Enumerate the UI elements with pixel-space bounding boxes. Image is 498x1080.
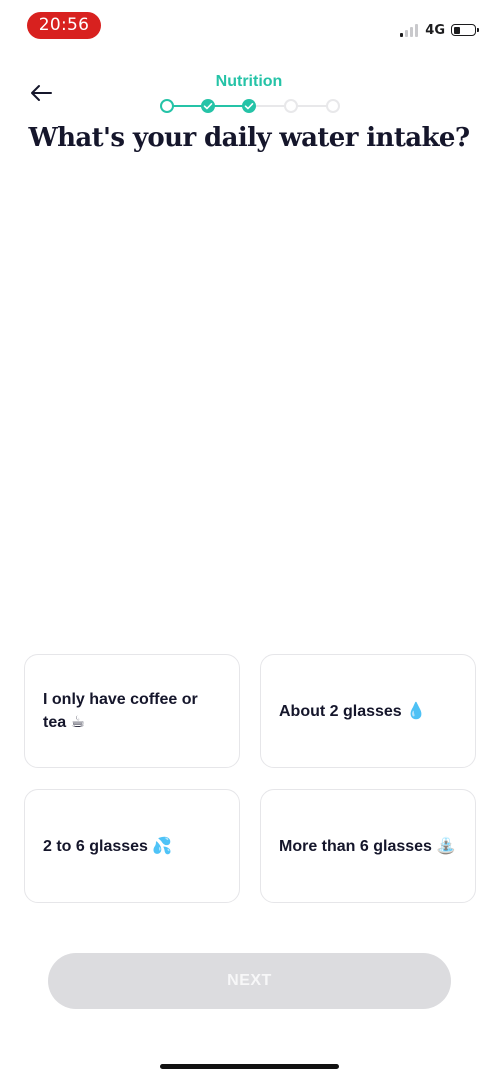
option-coffee-or-tea[interactable]: I only have coffee or tea ☕ xyxy=(24,654,240,768)
progress-step-1 xyxy=(160,99,174,113)
battery-icon xyxy=(451,24,479,36)
option-label: More than 6 glasses ⛲ xyxy=(279,837,457,855)
progress-step-2 xyxy=(201,99,215,113)
option-more-than-6-glasses[interactable]: More than 6 glasses ⛲ xyxy=(260,789,476,903)
option-label: About 2 glasses 💧 xyxy=(279,702,427,720)
status-indicators: 4G xyxy=(400,21,479,39)
option-label: I only have coffee or tea ☕ xyxy=(43,691,198,731)
option-about-2-glasses[interactable]: About 2 glasses 💧 xyxy=(260,654,476,768)
options-grid: I only have coffee or tea ☕ About 2 glas… xyxy=(24,654,476,903)
progress-stepper xyxy=(160,99,340,113)
option-2-to-6-glasses[interactable]: 2 to 6 glasses 💦 xyxy=(24,789,240,903)
page-title: What's your daily water intake? xyxy=(28,123,470,153)
progress-step-3 xyxy=(242,99,256,113)
home-indicator xyxy=(160,1064,339,1069)
signal-icon xyxy=(400,23,420,37)
status-time: 20:56 xyxy=(27,12,101,39)
section-label: Nutrition xyxy=(215,73,283,90)
progress-step-5 xyxy=(326,99,340,113)
network-type: 4G xyxy=(425,22,445,38)
next-button[interactable]: NEXT xyxy=(48,953,451,1009)
option-label: 2 to 6 glasses 💦 xyxy=(43,837,173,855)
progress-step-4 xyxy=(284,99,298,113)
